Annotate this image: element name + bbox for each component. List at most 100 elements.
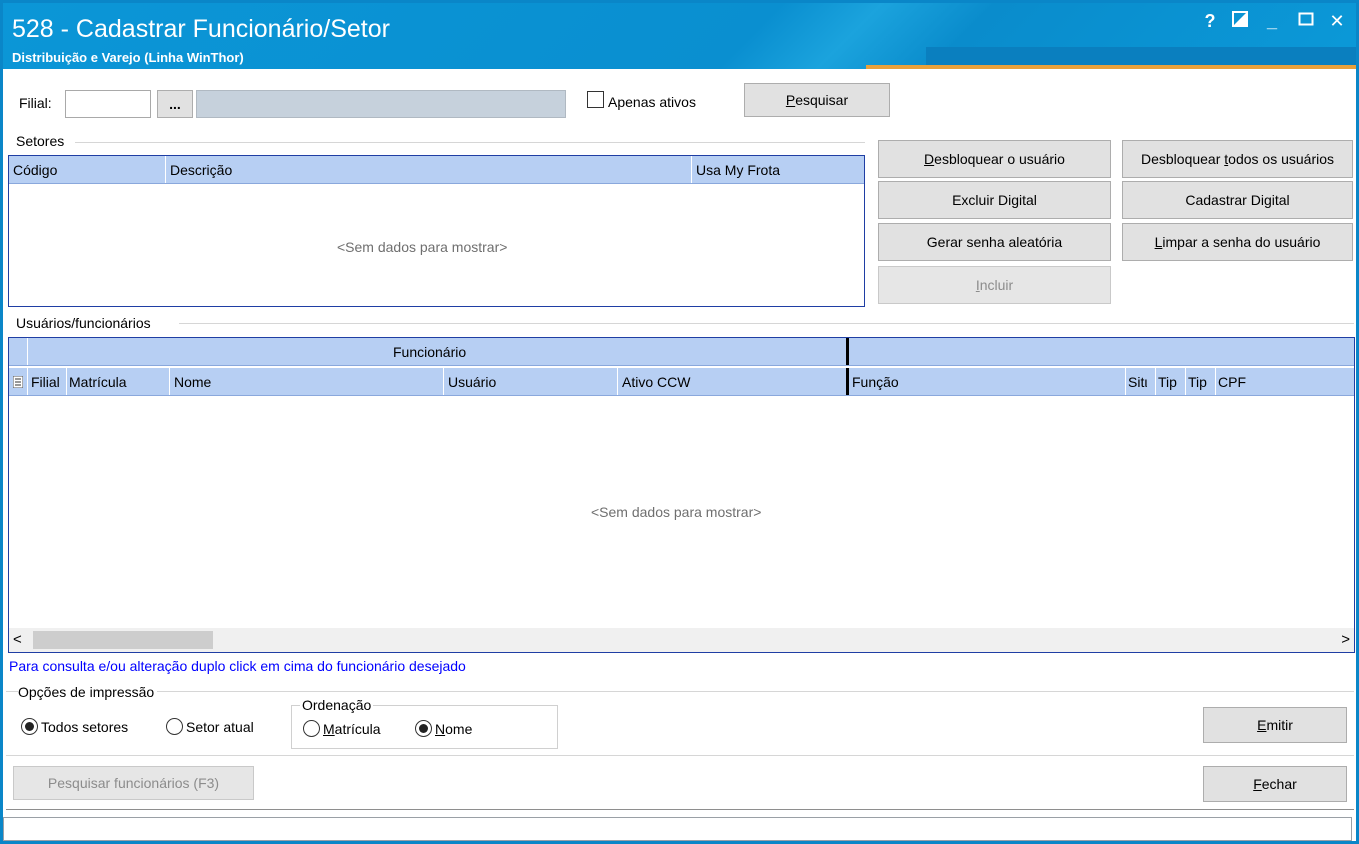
apenas-ativos-label[interactable]: Apenas ativos [608,94,696,110]
filial-lookup-button[interactable]: ... [157,90,193,118]
usuarios-band-header: Funcionário [9,338,1354,366]
column-separator [617,368,618,395]
column-header-filial[interactable]: Filial [31,374,60,390]
limpar-senha-button[interactable]: Limpar a senha do usuário [1122,223,1353,261]
fechar-button[interactable]: Fechar [1203,766,1347,802]
desbloquear-usuario-button[interactable]: Desbloquear o usuário [878,140,1111,178]
close-icon[interactable]: ✕ [1326,11,1348,32]
column-separator [1155,368,1156,395]
column-separator [27,368,28,395]
column-header-cpf[interactable]: CPF [1218,374,1246,390]
scrollbar-thumb[interactable] [33,631,213,649]
usuarios-hint: Para consulta e/ou alteração duplo click… [9,658,466,674]
matricula-radio[interactable] [303,720,320,737]
fechar-mnemonic: F [1253,776,1262,792]
usuarios-grid-header: Filial Matrícula Nome Usuário Ativo CCW … [9,368,1354,396]
desbloquear-todos-label-a: Desbloquear [1140,151,1225,167]
window-title: 528 - Cadastrar Funcionário/Setor [12,15,390,43]
filial-input[interactable] [65,90,151,118]
excluir-digital-button[interactable]: Excluir Digital [878,181,1111,219]
cadastrar-digital-button[interactable]: Cadastrar Digital [1122,181,1353,219]
column-separator [169,368,170,395]
ordenacao-group-label: Ordenação [300,697,374,713]
pesquisar-mnemonic: P [785,92,796,108]
matricula-text: atrícula [334,721,381,737]
column-separator [1185,368,1186,395]
fechar-label: echar [1261,776,1297,792]
column-header-situacao[interactable]: Sitι [1128,374,1154,390]
nome-label[interactable]: Nome [435,721,472,737]
setores-grid-header: Código Descrição Usa My Frota [9,156,864,184]
setor-atual-radio[interactable] [166,718,183,735]
usuarios-empty-message: <Sem dados para mostrar> [591,504,762,520]
gerar-senha-button[interactable]: Gerar senha aleatória [878,223,1111,261]
desbloquear-label: esbloquear o usuário [934,151,1065,167]
scroll-right-icon[interactable]: > [1341,631,1350,648]
column-header-ativo-ccw[interactable]: Ativo CCW [622,374,690,390]
column-header-descricao[interactable]: Descrição [170,162,232,178]
filial-label: Filial: [19,95,52,111]
usuarios-group-line [179,323,1354,324]
usuarios-group-label: Usuários/funcionários [16,315,151,331]
incluir-button[interactable]: Incluir [878,266,1111,304]
band-separator [846,368,849,395]
nome-text: ome [445,721,473,737]
limpar-label: impar a senha do usuário [1162,234,1321,250]
column-header-funcao[interactable]: Função [852,374,899,390]
title-accent-line [866,65,1356,69]
column-header-tipo-1[interactable]: Tip [1158,374,1177,390]
restore-layout-icon[interactable] [1229,11,1251,32]
matricula-mnemonic: M [323,721,335,737]
horizontal-scrollbar[interactable]: < > [9,628,1354,652]
impressao-group-label: Opções de impressão [18,684,158,700]
main-window: 528 - Cadastrar Funcionário/Setor Distri… [0,0,1359,844]
pesquisar-label: esquisar [795,92,849,108]
setores-grid[interactable]: Código Descrição Usa My Frota <Sem dados… [8,155,865,307]
column-header-matricula[interactable]: Matrícula [69,374,127,390]
limpar-mnemonic: L [1154,234,1163,250]
desbloquear-mnemonic: D [924,151,935,167]
column-header-tipo-2[interactable]: Tip [1188,374,1207,390]
nome-mnemonic: N [435,721,446,737]
desbloquear-todos-label-b: odos os usuários [1228,151,1334,167]
help-icon[interactable]: ? [1199,11,1221,32]
separator-line [6,691,1354,692]
band-header-funcionario: Funcionário [393,344,467,360]
pesquisar-funcionarios-button[interactable]: Pesquisar funcionários (F3) [13,766,254,800]
column-header-codigo[interactable]: Código [13,162,57,178]
emitir-label: mitir [1266,717,1293,733]
emitir-mnemonic: E [1257,717,1267,733]
minimize-icon[interactable]: _ [1261,11,1283,32]
band-separator [846,338,849,365]
setores-group-label: Setores [16,133,65,149]
todos-setores-label[interactable]: Todos setores [41,719,128,735]
column-separator [165,156,166,183]
column-header-usa-my-frota[interactable]: Usa My Frota [696,162,780,178]
column-separator [691,156,692,183]
column-separator [27,338,28,365]
window-subtitle: Distribuição e Varejo (Linha WinThor) [12,50,244,65]
setores-group-line [75,142,865,143]
desbloquear-todos-button[interactable]: Desbloquear t odos os usuários [1122,140,1353,178]
emitir-button[interactable]: Emitir [1203,707,1347,743]
nome-radio[interactable] [415,720,432,737]
setor-atual-label[interactable]: Setor atual [186,719,254,735]
matricula-label[interactable]: Matrícula [323,721,381,737]
column-header-nome[interactable]: Nome [174,374,211,390]
column-separator [1215,368,1216,395]
pesquisar-button[interactable]: Pesquisar [744,83,890,117]
setores-empty-message: <Sem dados para mostrar> [337,239,508,255]
column-separator [443,368,444,395]
column-chooser-icon[interactable] [12,375,24,389]
title-bar: 528 - Cadastrar Funcionário/Setor Distri… [3,3,1356,69]
column-separator [1125,368,1126,395]
maximize-icon[interactable] [1295,11,1317,32]
filial-description-field [196,90,566,118]
scroll-left-icon[interactable]: < [13,631,22,648]
usuarios-grid[interactable]: Funcionário Filial Matrícula Nome Usuári… [8,337,1355,653]
incluir-label: ncluir [979,277,1014,293]
apenas-ativos-checkbox[interactable] [587,91,604,108]
column-header-usuario[interactable]: Usuário [448,374,496,390]
status-bar [3,817,1352,841]
todos-setores-radio[interactable] [21,718,38,735]
